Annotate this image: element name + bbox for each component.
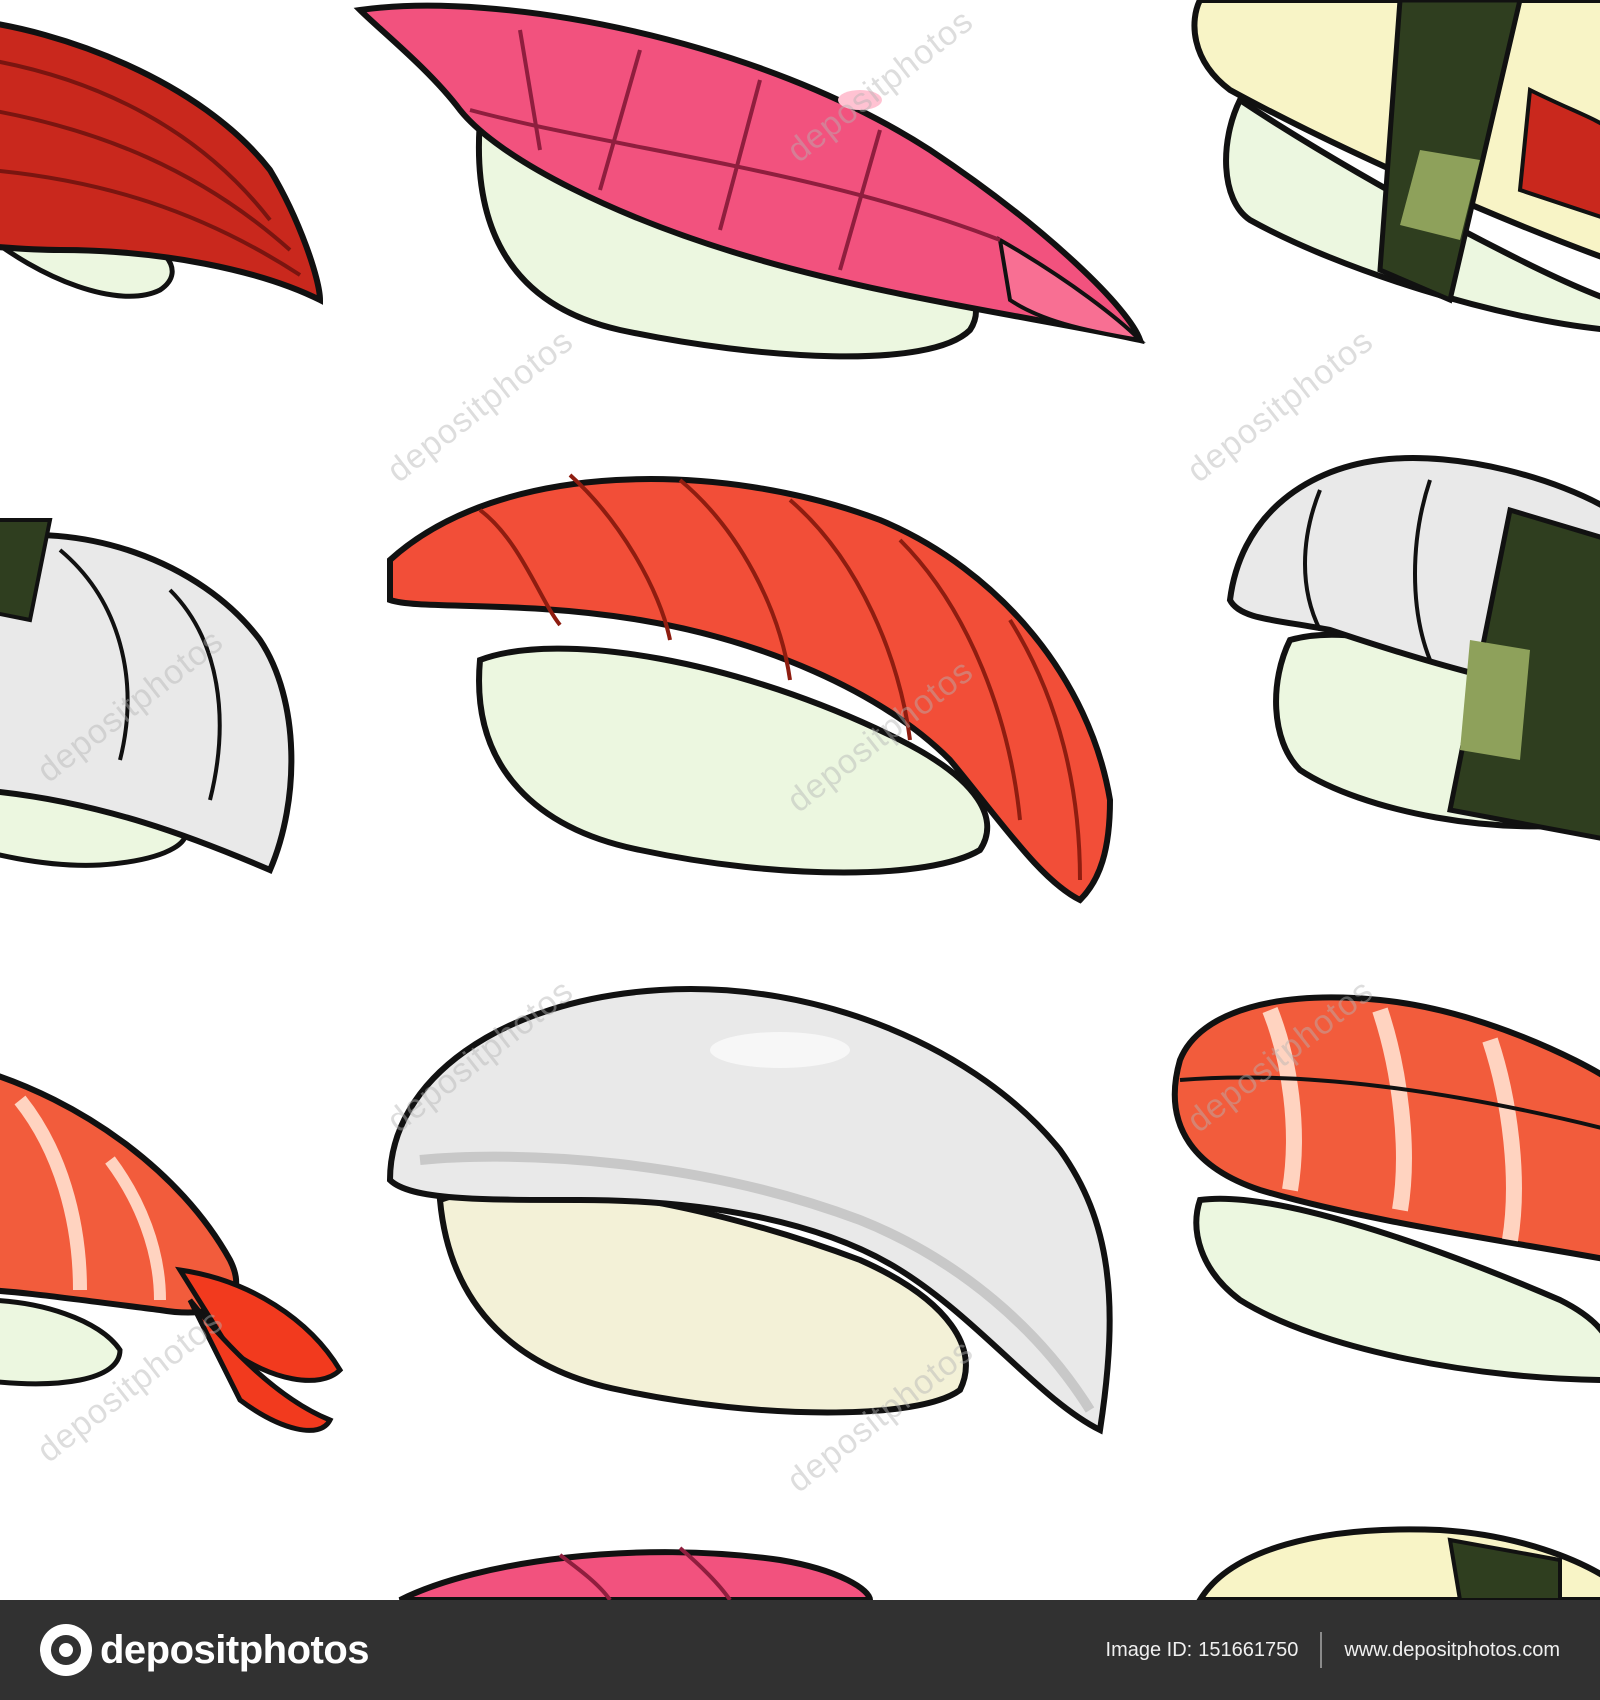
sushi-pattern-illustration	[0, 0, 1600, 1600]
site-url-link[interactable]: www.depositphotos.com	[1344, 1639, 1560, 1662]
pink-tuna-nigiri-bottom	[398, 1546, 874, 1600]
pink-tuna-nigiri-top	[353, 2, 1146, 360]
logo-text: depositphotos	[100, 1627, 370, 1672]
depositphotos-logo[interactable]: depositphotos	[40, 1624, 370, 1676]
shrimp-nigiri-lower-right	[1171, 994, 1600, 1383]
footer-divider	[1320, 1632, 1323, 1668]
squid-nigiri-lower-center	[386, 986, 1113, 1435]
salmon-nigiri-center	[387, 473, 1114, 904]
squid-nigiri-middle-left	[0, 518, 295, 874]
footer-info: Image ID: 151661750 www.depositphotos.co…	[1106, 1600, 1560, 1700]
footer-bar: depositphotos Image ID: 151661750 www.de…	[0, 1600, 1600, 1700]
image-id-value: 151661750	[1198, 1638, 1299, 1661]
tamago-nigiri-bottom	[1196, 1526, 1600, 1600]
depositphotos-logo-icon	[40, 1624, 92, 1676]
tamago-nigiri-top-right	[1191, 0, 1600, 332]
squid-nigiri-middle-right	[1226, 455, 1600, 841]
red-tuna-nigiri-top-left	[0, 21, 324, 305]
shrimp-nigiri-lower-left	[0, 1073, 344, 1433]
image-id-label: Image ID:	[1105, 1638, 1193, 1661]
image-stage: depositphotos depositphotos depositphoto…	[0, 0, 1600, 1700]
